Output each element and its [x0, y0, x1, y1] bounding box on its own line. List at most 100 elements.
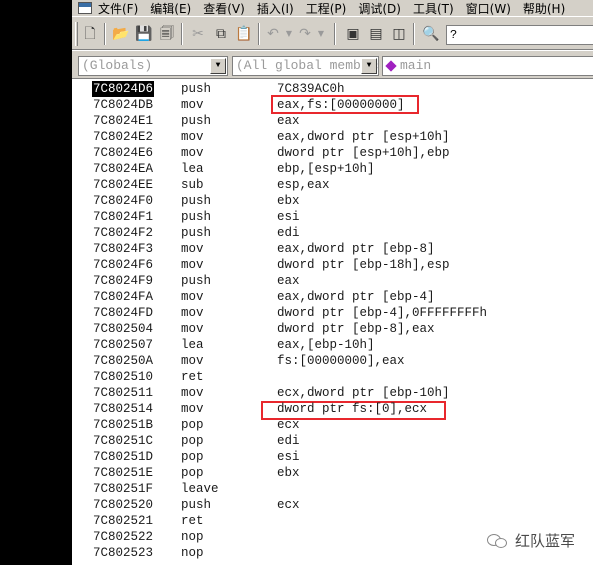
- workspace-icon[interactable]: ▣: [344, 25, 362, 43]
- menu-edit[interactable]: 编辑(E): [150, 0, 191, 17]
- class-combo[interactable]: (Globals) ▼: [78, 56, 228, 76]
- disasm-mnemonic: sub: [181, 178, 204, 192]
- wizard-bar: (Globals) ▼ (All global members ▼ main: [72, 51, 593, 79]
- disasm-address: 7C80251C: [93, 434, 154, 448]
- menu-project[interactable]: 工程(P): [306, 0, 347, 17]
- menu-tools[interactable]: 工具(T): [413, 0, 454, 17]
- paste-icon[interactable]: 📋: [235, 25, 253, 43]
- disasm-operands: dword ptr [ebp-4],0FFFFFFFFh: [277, 306, 488, 320]
- disasm-line[interactable]: 7C8024F1 push esi: [72, 209, 593, 225]
- cut-icon[interactable]: ✂: [189, 25, 207, 43]
- disasm-address: 7C8024F6: [93, 258, 154, 272]
- disasm-line[interactable]: 7C80251F leave: [72, 481, 593, 497]
- disasm-operands: fs:[00000000],eax: [277, 354, 405, 368]
- disasm-line[interactable]: 7C802520 push ecx: [72, 497, 593, 513]
- disasm-line[interactable]: 7C8024F3 mov eax,dword ptr [ebp-8]: [72, 241, 593, 257]
- menu-bar: 文件(F) 编辑(E) 查看(V) 插入(I) 工程(P) 调试(D) 工具(T…: [72, 0, 593, 16]
- disasm-operands: eax,dword ptr [esp+10h]: [277, 130, 450, 144]
- disasm-line[interactable]: 7C8024E1 push eax: [72, 113, 593, 129]
- app-icon[interactable]: [78, 2, 92, 14]
- disasm-address: 7C802520: [93, 498, 154, 512]
- disasm-operands: 7C839AC0h: [277, 82, 345, 96]
- disasm-operands: ecx: [277, 498, 300, 512]
- disasm-line[interactable]: 7C8024E6 mov dword ptr [esp+10h],ebp: [72, 145, 593, 161]
- disasm-mnemonic: mov: [181, 402, 204, 416]
- disasm-line[interactable]: 7C8024F2 push edi: [72, 225, 593, 241]
- disasm-mnemonic: pop: [181, 434, 204, 448]
- disassembly-view[interactable]: 7C8024D6 push 7C839AC0h 7C8024DB mov eax,fs:[…: [72, 79, 593, 565]
- disasm-line[interactable]: 7C8024F9 push eax: [72, 273, 593, 289]
- disasm-address: 7C8024F1: [93, 210, 154, 224]
- disasm-mnemonic: mov: [181, 146, 204, 160]
- disasm-address: 7C802514: [93, 402, 154, 416]
- disasm-line[interactable]: 7C8024F6 mov dword ptr [ebp-18h],esp: [72, 257, 593, 273]
- disasm-address: 7C8024F0: [93, 194, 154, 208]
- new-file-icon[interactable]: 🗋: [81, 25, 99, 43]
- save-icon[interactable]: 💾: [135, 25, 153, 43]
- watermark: 红队蓝军: [486, 530, 575, 551]
- disasm-address: 7C8024F2: [93, 226, 154, 240]
- disasm-line[interactable]: 7C80250A mov fs:[00000000],eax: [72, 353, 593, 369]
- toolbar-separator: [413, 23, 415, 45]
- disasm-line[interactable]: 7C8024EE sub esp,eax: [72, 177, 593, 193]
- disasm-mnemonic: mov: [181, 242, 204, 256]
- disasm-operands: eax,dword ptr [ebp-4]: [277, 290, 435, 304]
- menu-view[interactable]: 查看(V): [203, 0, 245, 17]
- disasm-line[interactable]: 7C8024E2 mov eax,dword ptr [esp+10h]: [72, 129, 593, 145]
- disasm-address: 7C8024FA: [93, 290, 154, 304]
- menu-insert[interactable]: 插入(I): [257, 0, 294, 17]
- disasm-line[interactable]: 7C802504 mov dword ptr [ebp-8],eax: [72, 321, 593, 337]
- disasm-line[interactable]: 7C8024F0 push ebx: [72, 193, 593, 209]
- output-window-icon[interactable]: ▤: [367, 25, 385, 43]
- copy-icon[interactable]: ⧉: [212, 25, 230, 43]
- menu-debug[interactable]: 调试(D): [358, 0, 401, 17]
- menu-help[interactable]: 帮助(H): [523, 0, 565, 17]
- disasm-line[interactable]: 7C8024FA mov eax,dword ptr [ebp-4]: [72, 289, 593, 305]
- disasm-mnemonic: lea: [181, 338, 204, 352]
- menu-window[interactable]: 窗口(W): [466, 0, 511, 17]
- chevron-down-icon[interactable]: ▼: [361, 58, 377, 74]
- disasm-operands: dword ptr [ebp-18h],esp: [277, 258, 450, 272]
- ide-window: 文件(F) 编辑(E) 查看(V) 插入(I) 工程(P) 调试(D) 工具(T…: [72, 0, 593, 565]
- disasm-mnemonic: nop: [181, 546, 204, 560]
- disasm-mnemonic: leave: [181, 482, 219, 496]
- disasm-line[interactable]: 7C80251D pop esi: [72, 449, 593, 465]
- disasm-line[interactable]: 7C802510 ret: [72, 369, 593, 385]
- disasm-line[interactable]: 7C802521 ret: [72, 513, 593, 529]
- open-folder-icon[interactable]: 📂: [112, 25, 130, 43]
- redo-dropdown-icon[interactable]: ▼: [312, 25, 330, 43]
- find-in-files-icon[interactable]: 🔍: [422, 25, 440, 43]
- disasm-operands: esi: [277, 450, 300, 464]
- disasm-line[interactable]: 7C80251B pop ecx: [72, 417, 593, 433]
- disasm-line[interactable]: 7C80251C pop edi: [72, 433, 593, 449]
- disasm-address: 7C802511: [93, 386, 154, 400]
- save-all-icon[interactable]: 🗐: [158, 25, 176, 43]
- members-combo[interactable]: (All global members ▼: [232, 56, 379, 76]
- disasm-operands: eax,fs:[00000000]: [277, 98, 405, 112]
- disasm-line[interactable]: 7C80251E pop ebx: [72, 465, 593, 481]
- disasm-mnemonic: mov: [181, 98, 204, 112]
- window-list-icon[interactable]: ◫: [390, 25, 408, 43]
- disasm-operands: eax: [277, 114, 300, 128]
- toolbar-separator: [258, 23, 260, 45]
- menu-file[interactable]: 文件(F): [98, 0, 138, 17]
- disasm-operands: dword ptr [ebp-8],eax: [277, 322, 435, 336]
- disasm-line[interactable]: 7C802507 lea eax,[ebp-10h]: [72, 337, 593, 353]
- disasm-address: 7C802521: [93, 514, 154, 528]
- disasm-operands: ebx: [277, 466, 300, 480]
- standard-toolbar: 🗋 📂 💾 🗐 ✂ ⧉ 📋 ↶ ▼ ↷ ▼ ▣ ▤ ◫ 🔍 ?: [72, 16, 593, 50]
- disasm-line[interactable]: 7C8024FD mov dword ptr [ebp-4],0FFFFFFFFh: [72, 305, 593, 321]
- disasm-line[interactable]: 7C8024D6 push 7C839AC0h: [72, 81, 593, 97]
- find-input[interactable]: ?: [446, 25, 593, 45]
- disasm-address: 7C8024F9: [93, 274, 154, 288]
- watermark-text: 红队蓝军: [514, 532, 575, 550]
- disasm-line[interactable]: 7C8024EA lea ebp,[esp+10h]: [72, 161, 593, 177]
- toolbar-grip[interactable]: [75, 22, 78, 46]
- function-combo-value: main: [400, 58, 432, 73]
- disasm-line[interactable]: 7C802514 mov dword ptr fs:[0],ecx: [72, 401, 593, 417]
- disasm-address: 7C80250A: [93, 354, 154, 368]
- disasm-line[interactable]: 7C8024DB mov eax,fs:[00000000]: [72, 97, 593, 113]
- function-combo[interactable]: main: [382, 56, 593, 76]
- chevron-down-icon[interactable]: ▼: [210, 58, 226, 74]
- disasm-line[interactable]: 7C802511 mov ecx,dword ptr [ebp-10h]: [72, 385, 593, 401]
